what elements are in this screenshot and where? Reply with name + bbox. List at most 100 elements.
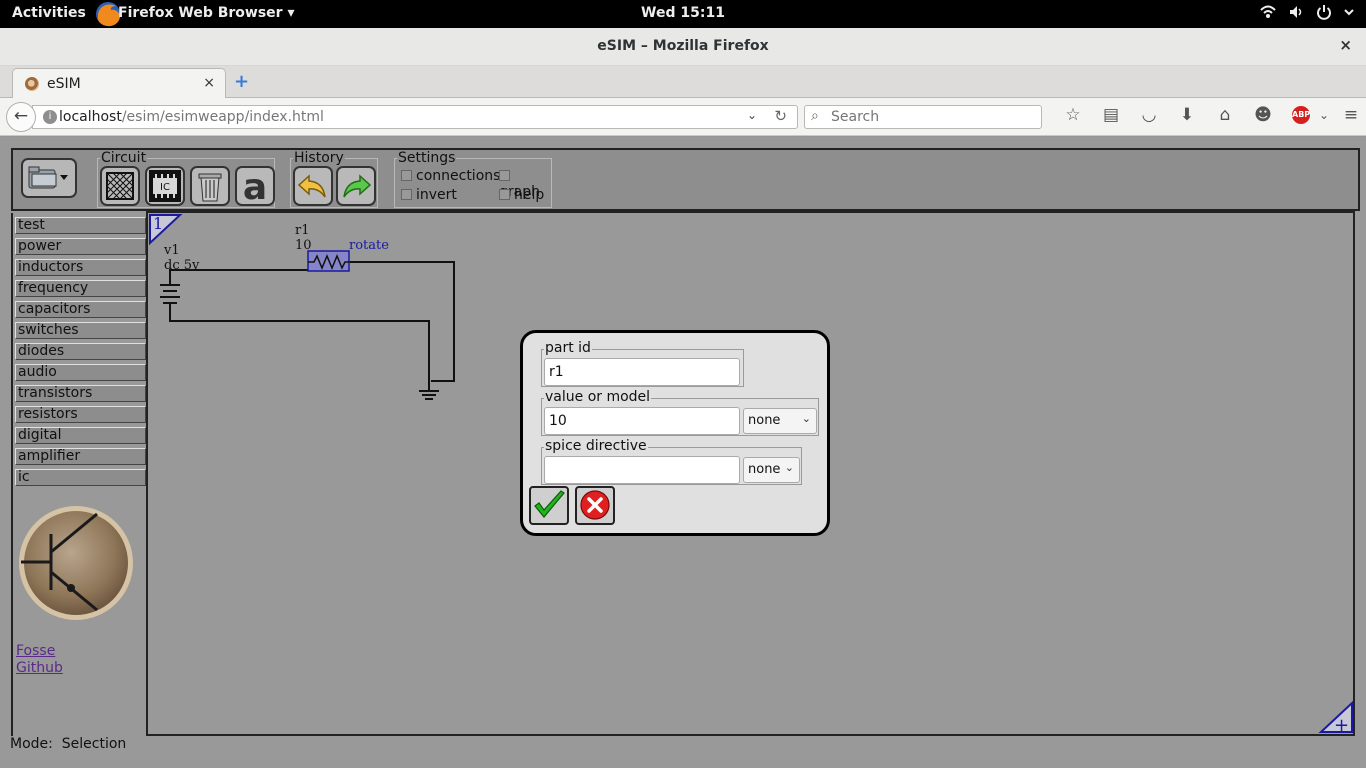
cancel-button[interactable] <box>575 486 615 525</box>
bookmark-star-icon[interactable]: ☆ <box>1054 105 1092 125</box>
adblock-plus-icon[interactable]: ABP <box>1292 106 1310 124</box>
tab-close-button[interactable]: × <box>203 75 215 91</box>
history-legend: History <box>293 150 345 166</box>
chevron-down-icon: ⌄ <box>784 461 794 474</box>
value-model-select-value: none <box>748 413 781 428</box>
help-label: help <box>514 187 545 203</box>
setting-invert[interactable]: invert <box>401 187 457 203</box>
pocket-icon[interactable]: ◡ <box>1130 105 1168 125</box>
site-info-icon[interactable]: i <box>43 110 57 124</box>
url-host: localhost <box>59 109 122 125</box>
tab-esim[interactable]: eSIM × <box>12 68 226 99</box>
red-x-icon <box>580 490 610 520</box>
library-item-ic[interactable]: ic <box>15 469 146 486</box>
value-model-select[interactable]: none ⌄ <box>743 408 817 434</box>
setting-connections[interactable]: connections <box>401 168 500 184</box>
ground-symbol[interactable] <box>419 381 439 400</box>
file-menu-button[interactable] <box>21 158 77 198</box>
redo-arrow-icon <box>343 174 372 198</box>
settings-group: Settings connections graph invert help <box>394 151 552 208</box>
search-icon: ⌕ <box>811 108 819 124</box>
resistor-r1-symbol[interactable] <box>307 250 350 272</box>
downloads-icon[interactable]: ⬇ <box>1168 105 1206 125</box>
reading-list-icon[interactable]: ▤ <box>1092 105 1130 125</box>
library-item-digital[interactable]: digital <box>15 427 146 444</box>
home-icon[interactable]: ⌂ <box>1206 105 1244 125</box>
r1-label: r1 <box>295 223 310 238</box>
value-model-input[interactable] <box>544 407 740 435</box>
circuit-group: Circuit IC a <box>97 151 275 208</box>
library-item-frequency[interactable]: frequency <box>15 280 146 297</box>
graph-checkbox[interactable] <box>499 170 510 181</box>
text-tool-button[interactable]: a <box>235 166 275 208</box>
redo-button[interactable] <box>336 166 376 206</box>
trash-can-icon <box>198 173 222 202</box>
power-icon <box>1317 5 1331 20</box>
v1-label: v1 <box>163 243 180 258</box>
status-bar: Mode: Selection <box>10 736 127 752</box>
url-bar[interactable]: i localhost/esim/esimweapp/index.html ⌄ … <box>32 105 798 129</box>
confirm-button[interactable] <box>529 486 569 525</box>
library-item-power[interactable]: power <box>15 238 146 255</box>
rotate-link[interactable]: rotate <box>349 238 389 253</box>
undo-button[interactable] <box>293 166 333 206</box>
clock[interactable]: Wed 15:11 <box>0 5 1366 21</box>
page-number: 1 <box>153 214 163 233</box>
library-item-diodes[interactable]: diodes <box>15 343 146 360</box>
reload-icon[interactable]: ↻ <box>774 107 787 125</box>
setting-help[interactable]: help <box>499 187 544 203</box>
navigation-bar: i localhost/esim/esimweapp/index.html ⌄ … <box>0 98 1366 136</box>
spice-directive-select[interactable]: none ⌄ <box>743 457 800 483</box>
search-box[interactable]: ⌕ <box>804 105 1042 129</box>
value-model-fieldset: value or model none ⌄ <box>541 389 819 436</box>
schematic-grid-button[interactable] <box>100 166 140 206</box>
ic-component-button[interactable]: IC <box>145 166 185 206</box>
crosshatch-grid-icon <box>106 172 134 200</box>
library-item-audio[interactable]: audio <box>15 364 146 381</box>
spice-directive-input[interactable] <box>544 456 740 484</box>
library-item-capacitors[interactable]: capacitors <box>15 301 146 318</box>
search-input[interactable] <box>829 108 1029 126</box>
github-link[interactable]: Github <box>16 660 63 676</box>
back-button[interactable]: ← <box>6 102 36 132</box>
connections-label: connections <box>416 168 501 184</box>
menu-hamburger-icon[interactable]: ≡ <box>1332 105 1366 125</box>
hello-chat-icon[interactable]: ☻ <box>1244 105 1282 125</box>
system-status-area[interactable] <box>1260 4 1354 20</box>
invert-label: invert <box>416 187 457 203</box>
fosse-link[interactable]: Fosse <box>16 643 55 659</box>
circuit-legend: Circuit <box>100 150 148 166</box>
window-title: eSIM – Mozilla Firefox <box>597 38 769 54</box>
battery-v1-symbol[interactable] <box>160 279 180 311</box>
part-id-input[interactable] <box>544 358 740 386</box>
library-item-transistors[interactable]: transistors <box>15 385 146 402</box>
url-text[interactable]: localhost/esim/esimweapp/index.html <box>59 109 324 125</box>
component-library: test power inductors frequency capacitor… <box>11 213 146 736</box>
new-tab-button[interactable]: + <box>234 71 249 92</box>
connections-checkbox[interactable] <box>401 170 412 181</box>
url-history-dropdown-icon[interactable]: ⌄ <box>747 108 757 122</box>
toolbar-icons: ☆ ▤ ◡ ⬇ ⌂ ☻ ABP ⌄ ≡ <box>1054 105 1366 125</box>
part-id-fieldset: part id <box>541 340 744 387</box>
library-item-amplifier[interactable]: amplifier <box>15 448 146 465</box>
library-item-test[interactable]: test <box>15 217 146 234</box>
tab-label: eSIM <box>47 76 81 92</box>
undo-arrow-icon <box>297 174 326 198</box>
window-title-bar: eSIM – Mozilla Firefox × <box>0 28 1366 66</box>
invert-checkbox[interactable] <box>401 189 412 200</box>
adblock-menu-chevron-icon[interactable]: ⌄ <box>1316 108 1332 122</box>
delete-button[interactable] <box>190 166 230 206</box>
library-item-switches[interactable]: switches <box>15 322 146 339</box>
system-top-bar: Activities Firefox Web Browser ▾ Wed 15:… <box>0 0 1366 28</box>
url-path: /esim/esimweapp/index.html <box>121 109 324 125</box>
history-group: History <box>290 151 378 208</box>
esim-favicon-icon <box>25 77 39 91</box>
part-id-legend: part id <box>544 340 592 356</box>
help-checkbox[interactable] <box>499 189 510 200</box>
window-close-button[interactable]: × <box>1339 36 1352 54</box>
library-item-resistors[interactable]: resistors <box>15 406 146 423</box>
value-model-legend: value or model <box>544 389 652 405</box>
transistor-logo-icon <box>19 506 133 620</box>
spice-directive-select-value: none <box>748 462 781 477</box>
library-item-inductors[interactable]: inductors <box>15 259 146 276</box>
